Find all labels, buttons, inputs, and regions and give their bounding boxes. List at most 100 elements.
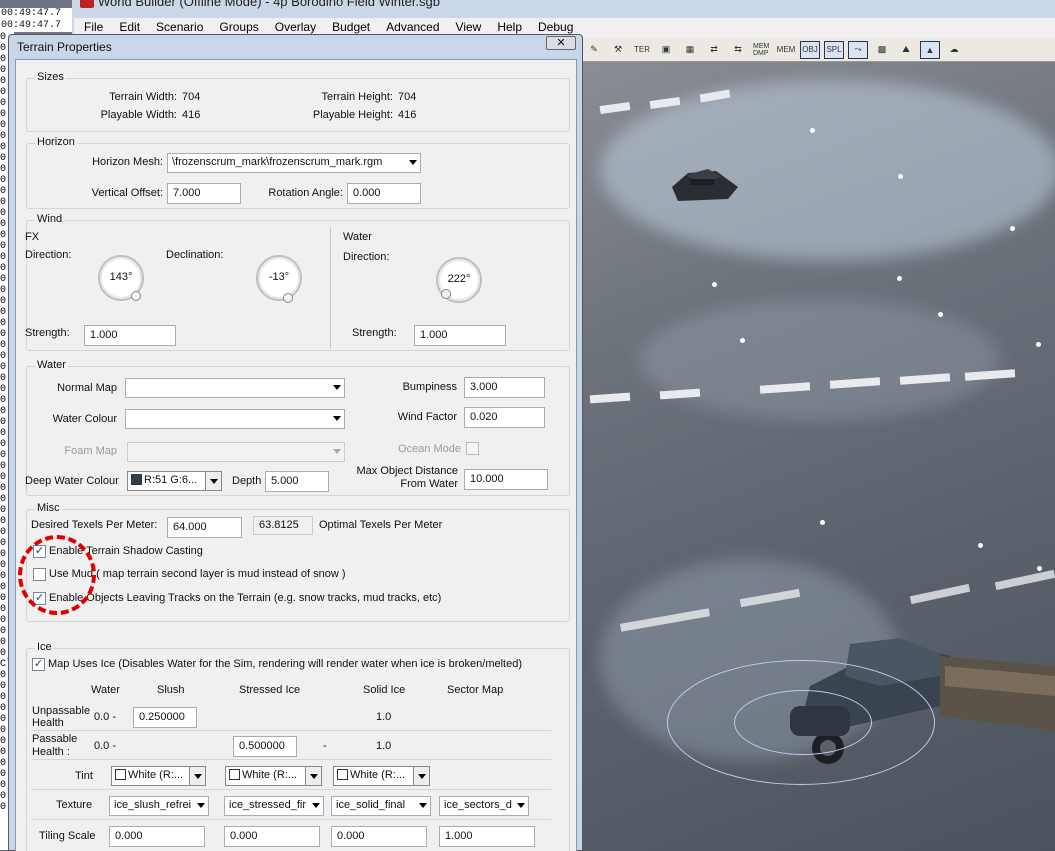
passable-health-label: Passable Health : bbox=[32, 733, 77, 759]
wind-factor-input[interactable]: 0.020 bbox=[464, 407, 545, 428]
snowflake bbox=[820, 520, 825, 525]
texture-stressed-value: ice_stressed_fir bbox=[229, 799, 307, 811]
passable-dash: - bbox=[323, 740, 327, 752]
road-marking bbox=[909, 583, 971, 605]
depth-label: Depth bbox=[232, 475, 262, 487]
road-marking bbox=[599, 101, 631, 115]
wind-strength-input[interactable]: 1.000 bbox=[84, 325, 176, 346]
depth-input[interactable]: 5.000 bbox=[265, 471, 329, 492]
dialog-panel: Sizes Terrain Width: 704 Terrain Height:… bbox=[15, 59, 577, 851]
divider bbox=[31, 759, 551, 760]
texture-solid-select[interactable]: ice_solid_final bbox=[331, 796, 431, 816]
terrain-height-value: 704 bbox=[398, 91, 417, 103]
mem-dmp-icon[interactable]: MEM DMP bbox=[752, 41, 772, 59]
dial-knob[interactable] bbox=[283, 293, 293, 303]
deep-water-colour-picker[interactable]: R:51 G:6... bbox=[127, 471, 222, 491]
tint-slush-picker[interactable]: White (R:... bbox=[111, 766, 206, 786]
dial-knob[interactable] bbox=[441, 289, 451, 299]
col-sector-header: Sector Map bbox=[447, 684, 504, 696]
tracks-label: Enable Objects Leaving Tracks on the Ter… bbox=[49, 592, 442, 604]
ter-icon[interactable]: TER bbox=[632, 41, 652, 59]
playable-width-value: 416 bbox=[182, 109, 201, 121]
wand-icon[interactable]: ⚒ bbox=[608, 41, 628, 59]
unpassable-line-1: Unpassable bbox=[32, 705, 91, 717]
arrows-icon[interactable]: ⇄ bbox=[704, 41, 724, 59]
wind-factor-label: Wind Factor bbox=[397, 411, 457, 423]
ice-title: Ice bbox=[35, 641, 54, 653]
mountain-icon[interactable]: ▲ bbox=[920, 40, 940, 59]
bumpiness-input[interactable]: 3.000 bbox=[464, 377, 545, 398]
snowflake bbox=[978, 543, 983, 548]
tiling-slush-input[interactable]: 0.000 bbox=[109, 826, 205, 847]
terrain-height-label: Terrain Height: bbox=[321, 91, 393, 103]
texture-sector-select[interactable]: ice_sectors_d bbox=[439, 796, 529, 816]
tiling-stressed-input[interactable]: 0.000 bbox=[224, 826, 320, 847]
rotation-angle-label: Rotation Angle: bbox=[268, 187, 343, 199]
divider bbox=[31, 789, 551, 790]
colour-swatch bbox=[229, 769, 240, 780]
water-strength-input[interactable]: 1.000 bbox=[414, 325, 506, 346]
mem-stat-icon[interactable]: MEM bbox=[776, 41, 796, 59]
chevron-down-icon bbox=[419, 803, 427, 808]
divider bbox=[31, 730, 551, 731]
sizes-group: Sizes Terrain Width: 704 Terrain Height:… bbox=[26, 71, 570, 132]
wind-direction-value: 143° bbox=[109, 271, 133, 283]
horizon-mesh-select[interactable]: \frozenscrum_mark\frozenscrum_mark.rgm bbox=[167, 153, 421, 173]
path-icon[interactable]: ⤳ bbox=[848, 40, 868, 59]
dialog-title: Terrain Properties bbox=[17, 40, 112, 54]
texture-stressed-select[interactable]: ice_stressed_fir bbox=[224, 796, 324, 816]
chevron-down-icon bbox=[333, 449, 341, 454]
tiling-sector-input[interactable]: 1.000 bbox=[439, 826, 535, 847]
wind-declination-value: -13° bbox=[268, 271, 290, 283]
tint-solid-picker[interactable]: White (R:... bbox=[333, 766, 430, 786]
tint-stressed-picker[interactable]: White (R:... bbox=[225, 766, 322, 786]
passable-line-1: Passable bbox=[32, 733, 78, 745]
texels-input[interactable]: 64.000 bbox=[167, 517, 242, 538]
playable-width-label: Playable Width: bbox=[100, 109, 177, 121]
snow-patch bbox=[640, 300, 1000, 420]
rotation-angle-input[interactable]: 0.000 bbox=[347, 183, 421, 204]
wind-declination-dial[interactable]: -13° bbox=[256, 255, 302, 303]
grid-icon[interactable]: ▦ bbox=[680, 41, 700, 59]
checker-icon[interactable]: ▩ bbox=[872, 41, 892, 59]
foam-map-select[interactable] bbox=[127, 442, 345, 462]
snowflake bbox=[897, 276, 902, 281]
dial-knob[interactable] bbox=[131, 291, 141, 301]
water-direction-dial[interactable]: 222° bbox=[436, 257, 482, 303]
texture-slush-value: ice_slush_refrei bbox=[114, 799, 192, 811]
obj-icon[interactable]: OBJ bbox=[800, 40, 820, 59]
snowflake bbox=[1010, 226, 1015, 231]
spl-icon[interactable]: SPL bbox=[824, 40, 844, 59]
snowflake bbox=[712, 282, 717, 287]
snowflake bbox=[740, 338, 745, 343]
misc-group: Misc Desired Texels Per Meter: 64.000 63… bbox=[26, 502, 570, 622]
water-strength-label: Strength: bbox=[352, 327, 397, 339]
water-colour-select[interactable] bbox=[125, 409, 345, 429]
log-line: 00:49:47.7 bbox=[1, 8, 62, 19]
paint-icon[interactable]: ✎ bbox=[584, 41, 604, 59]
max-object-distance-input[interactable]: 10.000 bbox=[464, 469, 548, 490]
col-stressed-header: Stressed Ice bbox=[239, 684, 301, 696]
tank-wreck[interactable] bbox=[668, 165, 740, 205]
tiling-solid-input[interactable]: 0.000 bbox=[331, 826, 427, 847]
ice-group: Ice ✓ Map Uses Ice (Disables Water for t… bbox=[26, 641, 570, 851]
swap-icon[interactable]: ⇆ bbox=[728, 41, 748, 59]
wind-declination-label: Declination: bbox=[166, 249, 224, 261]
wind-fx-label: FX bbox=[25, 231, 40, 243]
max-dist-line-1: Max Object Distance bbox=[356, 465, 458, 477]
vertical-offset-input[interactable]: 7.000 bbox=[167, 183, 241, 204]
landscape-icon[interactable]: ⛰ bbox=[896, 41, 916, 59]
normal-map-select[interactable] bbox=[125, 378, 345, 398]
texture-slush-select[interactable]: ice_slush_refrei bbox=[109, 796, 209, 816]
sky-icon[interactable]: ☁ bbox=[944, 41, 964, 59]
divider bbox=[31, 819, 551, 820]
close-button[interactable]: ✕ bbox=[546, 36, 576, 50]
map-uses-ice-checkbox[interactable]: ✓ bbox=[32, 658, 45, 671]
unpassable-slush-input[interactable]: 0.250000 bbox=[133, 707, 197, 728]
passable-stressed-input[interactable]: 0.500000 bbox=[233, 736, 297, 757]
terrain-properties-dialog: Terrain Properties ✕ Sizes Terrain Width… bbox=[8, 34, 583, 851]
ocean-mode-checkbox[interactable] bbox=[466, 442, 479, 455]
log-line: 00:49:47.7 bbox=[1, 20, 62, 31]
wind-direction-dial[interactable]: 143° bbox=[98, 255, 144, 301]
box-icon[interactable]: ▣ bbox=[656, 41, 676, 59]
